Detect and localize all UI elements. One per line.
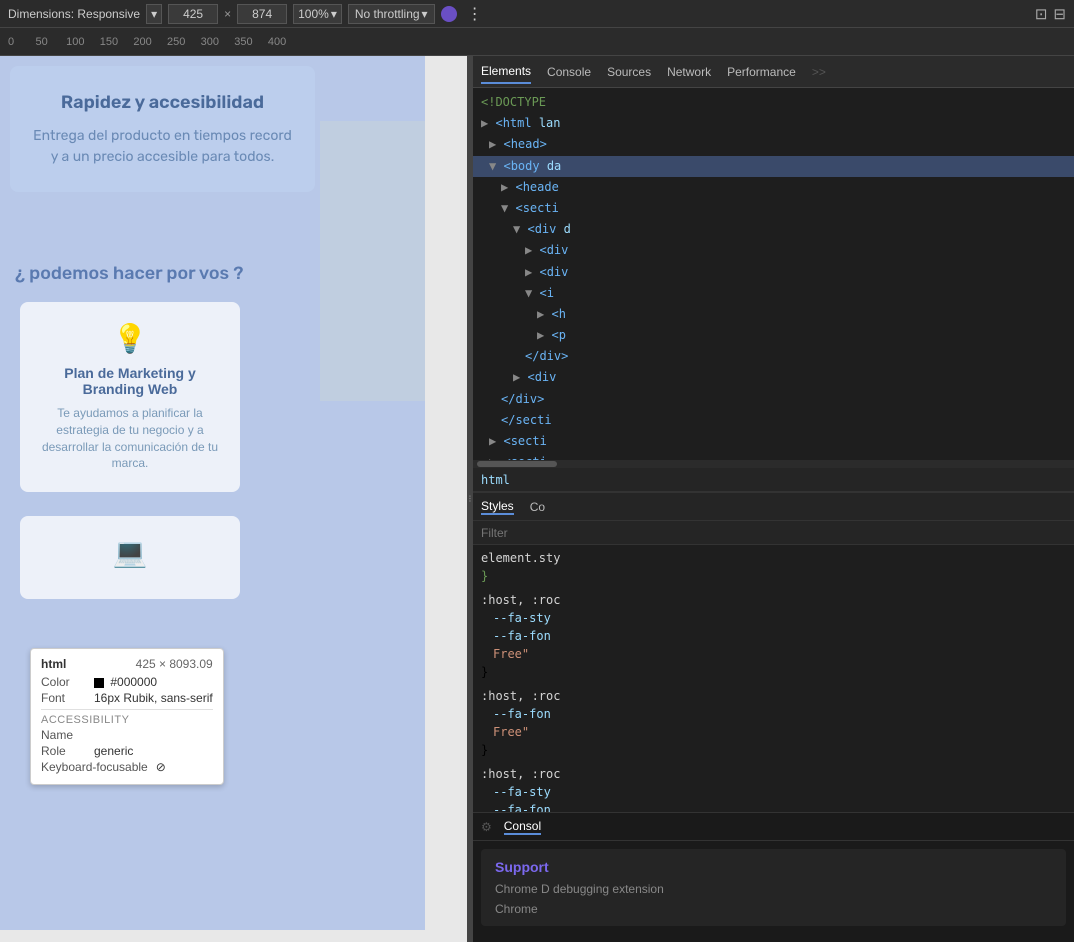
dom-breadcrumb: html <box>473 468 1074 492</box>
dom-line-doctype: <!DOCTYPE <box>473 92 1074 113</box>
toolbar: Dimensions: Responsive ▾ × 100% ▾ No thr… <box>0 0 1074 28</box>
element-tooltip: html 425 × 8093.09 Color #000000 Font 16… <box>30 648 224 785</box>
scrollbar-thumb[interactable] <box>477 461 557 467</box>
tab-elements[interactable]: Elements <box>481 60 531 84</box>
style-block-1: :host, :roc --fa-sty --fa-fon Free" } <box>481 591 1066 681</box>
dom-line-html[interactable]: ▶ <html lan <box>473 113 1074 134</box>
element-style-block: element.sty } <box>481 549 1066 585</box>
devtools-panel: Elements Console Sources Network Perform… <box>473 56 1074 942</box>
card-rapidez: Rapidez y accesibilidad Entrega del prod… <box>10 66 315 192</box>
bottom-bar: ⚙ Consol Support Chrome D debugging exte… <box>473 812 1074 942</box>
styles-tabs: Styles Co <box>473 493 1074 521</box>
zoom-dropdown[interactable]: 100% ▾ <box>293 4 342 24</box>
preview-pane: Rapidez y accesibilidad Entrega del prod… <box>0 56 467 942</box>
preview-content: Rapidez y accesibilidad Entrega del prod… <box>0 56 425 930</box>
card-body: Entrega del producto en tiempos record y… <box>30 125 295 167</box>
dom-panel: <!DOCTYPE ▶ <html lan ▶ <head> ▼ <body d… <box>473 88 1074 460</box>
dom-line-secti1[interactable]: ▼ <secti <box>473 198 1074 219</box>
dom-line-closediv: </div> <box>473 346 1074 367</box>
dom-line-div3[interactable]: ▶ <div <box>473 262 1074 283</box>
height-input[interactable] <box>237 4 287 24</box>
tooltip-font-key: Font <box>41 691 86 705</box>
more-button[interactable]: ⋮ <box>467 4 483 24</box>
dom-line-closediv2: </div> <box>473 389 1074 410</box>
blue-strip <box>320 121 425 401</box>
support-title: Support <box>495 859 1052 875</box>
tab-sources[interactable]: Sources <box>607 61 651 83</box>
main-area: Rapidez y accesibilidad Entrega del prod… <box>0 56 1074 942</box>
dom-line-head[interactable]: ▶ <head> <box>473 134 1074 155</box>
styles-content: element.sty } :host, :roc --fa-sty --fa-… <box>473 545 1074 812</box>
tooltip-role-key: Role <box>41 744 86 758</box>
card-heading: Rapidez y accesibilidad <box>30 91 295 113</box>
chrome-label: Chrome <box>495 902 1052 916</box>
tooltip-dim: 425 × 8093.09 <box>136 657 213 671</box>
tooltip-role-val: generic <box>94 744 133 758</box>
tooltip-keyboard-key: Keyboard-focusable <box>41 760 148 774</box>
dom-line-div1[interactable]: ▼ <div d <box>473 219 1074 240</box>
tab-console[interactable]: Console <box>547 61 591 83</box>
tab-network[interactable]: Network <box>667 61 711 83</box>
settings-icon[interactable]: ⚙ <box>481 820 492 834</box>
service-cards-2: 💻 <box>0 508 425 607</box>
tooltip-keyboard-val: ⊘ <box>156 760 166 774</box>
style-block-3: :host, :roc --fa-sty --fa-fon Brand" } <box>481 765 1066 812</box>
devtools-tabs: Elements Console Sources Network Perform… <box>473 56 1074 88</box>
filter-bar <box>473 521 1074 545</box>
device-icon2[interactable]: ⊟ <box>1053 5 1066 23</box>
tooltip-name-key: Name <box>41 728 86 742</box>
dom-line-secti2[interactable]: ▶ <secti <box>473 431 1074 452</box>
dom-line-closesecti: </secti <box>473 410 1074 431</box>
tooltip-color-val: #000000 <box>94 675 157 689</box>
tab-computed[interactable]: Co <box>530 500 545 514</box>
device-icon1[interactable]: ⊡ <box>1035 5 1048 23</box>
dom-line-p[interactable]: ▶ <p <box>473 325 1074 346</box>
lightbulb-icon: 💡 <box>35 322 225 355</box>
tooltip-color-key: Color <box>41 675 86 689</box>
dimensions-label: Dimensions: Responsive <box>8 7 140 21</box>
service-card-laptop: 💻 <box>20 516 240 599</box>
throttle-dropdown[interactable]: No throttling ▾ <box>348 4 435 24</box>
element-style-label: element.sty <box>481 551 560 565</box>
service-title-1: Plan de Marketing y Branding Web <box>35 365 225 397</box>
support-text: Chrome D debugging extension <box>495 881 1052 898</box>
tooltip-tag: html <box>41 657 66 671</box>
tab-performance[interactable]: Performance <box>727 61 796 83</box>
dom-line-i[interactable]: ▼ <i <box>473 283 1074 304</box>
laptop-icon: 💻 <box>35 536 225 569</box>
width-input[interactable] <box>168 4 218 24</box>
console-content: Support Chrome D debugging extension Chr… <box>473 841 1074 934</box>
color-swatch <box>94 678 104 688</box>
service-body-1: Te ayudamos a planificar la estrategia d… <box>35 405 225 472</box>
tab-styles[interactable]: Styles <box>481 499 514 515</box>
dom-line-div4[interactable]: ▶ <div <box>473 367 1074 388</box>
breadcrumb-html: html <box>481 473 510 487</box>
dom-line-header[interactable]: ▶ <heade <box>473 177 1074 198</box>
console-tab-row: ⚙ Consol <box>473 813 1074 841</box>
support-box: Support Chrome D debugging extension Chr… <box>481 849 1066 926</box>
dom-line-div2[interactable]: ▶ <div <box>473 240 1074 261</box>
style-block-2: :host, :roc --fa-fon Free" } <box>481 687 1066 759</box>
styles-pane: Styles Co element.sty } :host, :roc --fa… <box>473 492 1074 812</box>
more-tabs[interactable]: >> <box>812 65 826 79</box>
dom-line-body[interactable]: ▼ <body da <box>473 156 1074 177</box>
console-tabs: ⚙ Consol Support Chrome D debugging exte… <box>473 813 1074 942</box>
filter-input[interactable] <box>481 526 1066 540</box>
dimensions-dropdown[interactable]: ▾ <box>146 4 162 24</box>
extra-icon <box>441 6 457 22</box>
dom-line-secti3[interactable]: ▶ <secti <box>473 452 1074 460</box>
tooltip-font-val: 16px Rubik, sans-serif <box>94 691 213 705</box>
tab-console-bottom[interactable]: Consol <box>504 819 541 835</box>
service-card-marketing: 💡 Plan de Marketing y Branding Web Te ay… <box>20 302 240 492</box>
dimension-separator: × <box>224 7 231 21</box>
ruler-marks: 0 50 100 150 200 250 300 350 400 <box>8 36 286 48</box>
tooltip-accessibility-head: ACCESSIBILITY <box>41 709 213 726</box>
ruler-row: 0 50 100 150 200 250 300 350 400 <box>0 28 1074 56</box>
horizontal-scrollbar[interactable] <box>473 460 1074 468</box>
dom-line-h[interactable]: ▶ <h <box>473 304 1074 325</box>
